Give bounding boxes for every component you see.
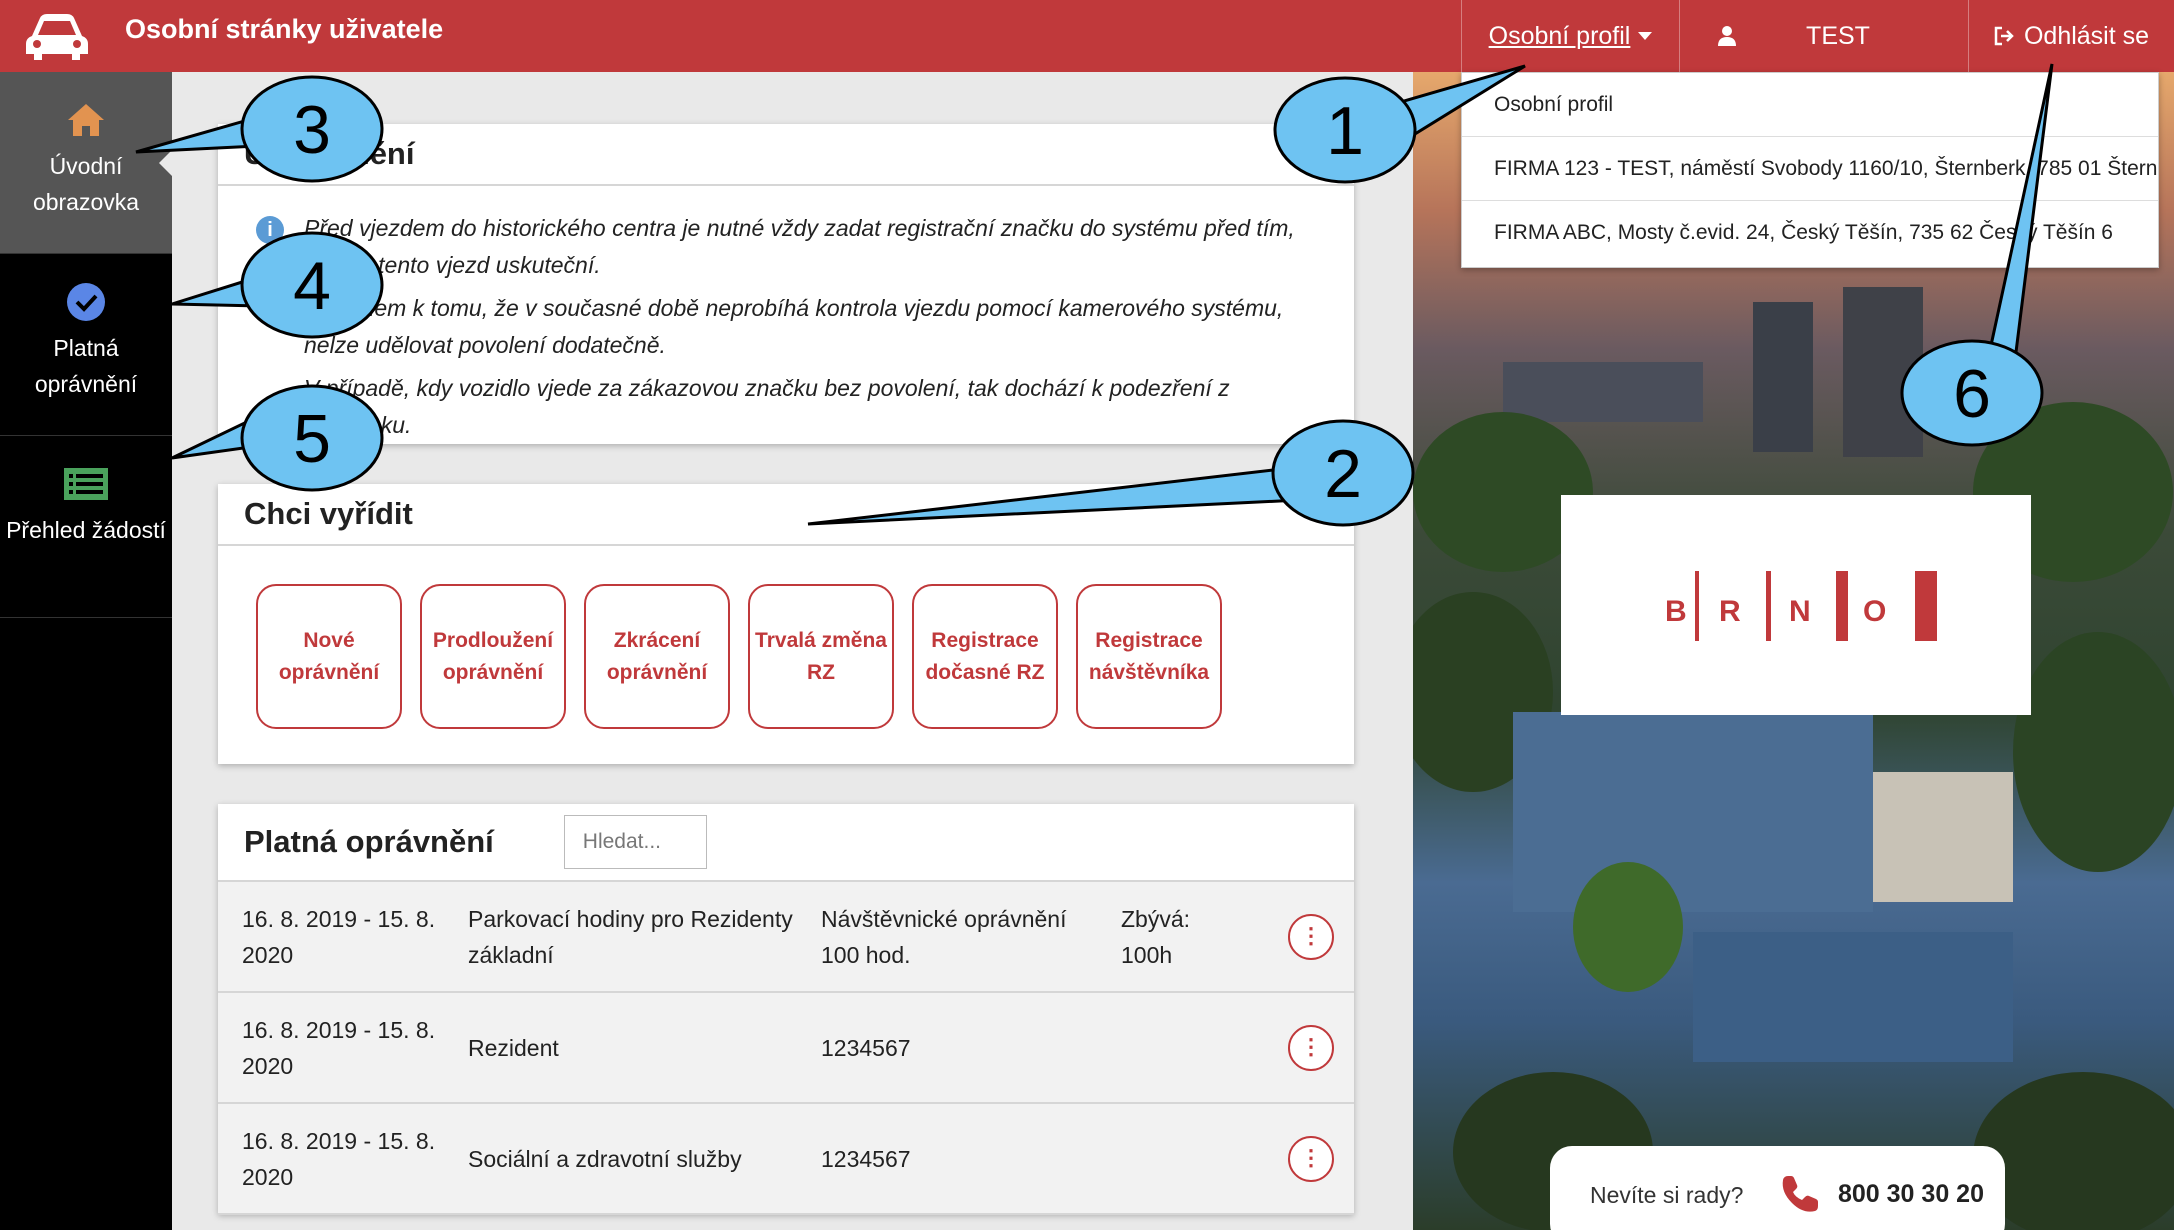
permissions-card-title: Platná oprávnění bbox=[244, 824, 494, 859]
info-icon: i bbox=[256, 216, 284, 244]
sidebar-item-permissions[interactable]: Platná oprávnění bbox=[0, 254, 172, 436]
sidebar-item-label: obrazovka bbox=[32, 189, 140, 215]
brno-letter-r: R bbox=[1719, 595, 1741, 628]
row-menu-button[interactable]: ⋮ bbox=[1288, 1135, 1334, 1182]
button-label: dočasné RZ bbox=[925, 660, 1045, 684]
table-row: 16. 8. 2019 - 15. 8. 2020 Parkovací hodin… bbox=[218, 882, 1354, 993]
permission-date: 16. 8. 2019 - 15. 8. 2020 bbox=[242, 905, 436, 968]
permission-detail: Návštěvnické oprávnění 100 hod. bbox=[821, 905, 1067, 968]
extend-permission-button[interactable]: Prodloužení oprávnění bbox=[420, 584, 566, 729]
button-label: návštěvníka bbox=[1088, 660, 1210, 684]
sidebar: Úvodní obrazovka Platná oprávnění Přehle… bbox=[0, 72, 172, 1230]
info-paragraph: V případě, kdy vozidlo vjede za zákazovo… bbox=[304, 375, 1230, 438]
table-row: 16. 8. 2019 - 15. 8. 2020 Sociální a zdra… bbox=[218, 1104, 1354, 1215]
search-input[interactable]: Hledat... bbox=[563, 815, 707, 869]
sidebar-item-label: oprávnění bbox=[34, 371, 138, 397]
logout-button[interactable]: Odhlásit se bbox=[1968, 0, 2174, 72]
permanent-plate-change-button[interactable]: Trvalá změna RZ bbox=[748, 584, 894, 729]
profile-menu-button[interactable]: Osobní profil bbox=[1461, 0, 1679, 72]
table-row: 16. 8. 2019 - 15. 8. 2020 Rezident 123456… bbox=[218, 993, 1354, 1104]
sidebar-item-label: Přehled žádostí bbox=[6, 517, 166, 543]
active-indicator bbox=[159, 150, 172, 176]
button-label: Prodloužení bbox=[432, 628, 554, 652]
logout-label: Odhlásit se bbox=[2023, 21, 2150, 50]
brno-letter-o: O bbox=[1863, 595, 1886, 628]
brno-letter-n: N bbox=[1789, 595, 1811, 628]
permission-detail: 1234567 bbox=[821, 1145, 911, 1172]
help-box: Nevíte si rady? 800 30 30 20 bbox=[1550, 1146, 2005, 1230]
profile-menu-label: Osobní profil bbox=[1488, 21, 1631, 50]
user-indicator[interactable]: TEST bbox=[1679, 0, 1968, 72]
actions-card: Chci vyřídit Nové oprávnění Prodloužení op… bbox=[218, 484, 1354, 764]
row-menu-button[interactable]: ⋮ bbox=[1288, 1024, 1334, 1071]
sidebar-item-home[interactable]: Úvodní obrazovka bbox=[0, 72, 172, 254]
user-icon bbox=[1718, 26, 1736, 46]
permissions-card: Platná oprávnění Hledat... 16. 8. 2019 -… bbox=[218, 804, 1354, 1215]
permission-type: Rezident bbox=[468, 1034, 559, 1061]
info-card: Upozornění i Před vjezdem do historickéh… bbox=[218, 124, 1354, 444]
sidebar-item-label: Úvodní bbox=[49, 153, 123, 179]
permission-remaining: Zbývá: 100h bbox=[1121, 905, 1191, 968]
row-menu-button[interactable]: ⋮ bbox=[1288, 913, 1334, 960]
new-permission-button[interactable]: Nové oprávnění bbox=[256, 584, 402, 729]
button-label: Trvalá změna bbox=[755, 628, 887, 652]
permission-type: Parkovací hodiny pro Rezidenty základní bbox=[468, 905, 793, 968]
permission-date: 16. 8. 2019 - 15. 8. 2020 bbox=[242, 1016, 436, 1079]
info-paragraph: Vzhledem k tomu, že v současné době nepr… bbox=[304, 295, 1284, 358]
button-label: oprávnění bbox=[606, 660, 708, 684]
dropdown-item-company[interactable]: FIRMA 123 - TEST, náměstí Svobody 1160/1… bbox=[1462, 137, 2158, 201]
dropdown-item-profile[interactable]: Osobní profil bbox=[1462, 73, 2158, 137]
actions-card-title: Chci vyřídit bbox=[218, 484, 1354, 546]
temporary-plate-registration-button[interactable]: Registrace dočasné RZ bbox=[912, 584, 1058, 729]
logout-icon bbox=[1994, 26, 2014, 46]
permission-type: Sociální a zdravotní služby bbox=[468, 1145, 742, 1172]
button-label: Registrace bbox=[931, 628, 1039, 652]
caret-down-icon bbox=[1638, 32, 1653, 40]
dropdown-item-company[interactable]: FIRMA ABC, Mosty č.evid. 24, Český Těšín… bbox=[1462, 201, 2158, 265]
sidebar-item-requests[interactable]: Přehled žádostí bbox=[0, 436, 172, 618]
help-phone-number[interactable]: 800 30 30 20 bbox=[1838, 1180, 1984, 1209]
top-bar: Osobní stránky uživatele Osobní profil T… bbox=[0, 0, 2174, 72]
sidebar-item-label: Platná bbox=[53, 335, 119, 361]
info-card-title: Upozornění bbox=[218, 124, 1354, 186]
brno-letter-b: B bbox=[1665, 595, 1687, 628]
brno-logo: B R N O bbox=[1561, 495, 2031, 715]
permission-detail: 1234567 bbox=[821, 1034, 911, 1061]
app-title: Osobní stránky uživatele bbox=[125, 14, 444, 44]
button-label: Registrace bbox=[1095, 628, 1203, 652]
phone-icon bbox=[1782, 1176, 1818, 1212]
button-label: oprávnění bbox=[442, 660, 544, 684]
home-icon bbox=[68, 104, 104, 136]
check-circle-icon bbox=[67, 283, 105, 321]
profile-dropdown: Osobní profil FIRMA 123 - TEST, náměstí … bbox=[1461, 72, 2159, 268]
shorten-permission-button[interactable]: Zkrácení oprávnění bbox=[584, 584, 730, 729]
car-icon bbox=[26, 14, 88, 60]
button-label: Zkrácení bbox=[613, 628, 701, 652]
user-name: TEST bbox=[1806, 21, 1870, 50]
visitor-registration-button[interactable]: Registrace návštěvníka bbox=[1076, 584, 1222, 729]
button-label: Nové bbox=[303, 628, 355, 652]
button-label: oprávnění bbox=[278, 660, 380, 684]
list-icon bbox=[64, 468, 108, 500]
info-paragraph: Před vjezdem do historického centra je n… bbox=[304, 215, 1295, 278]
permission-date: 16. 8. 2019 - 15. 8. 2020 bbox=[242, 1127, 436, 1190]
button-label: RZ bbox=[807, 660, 835, 684]
help-question: Nevíte si rady? bbox=[1590, 1182, 1744, 1208]
